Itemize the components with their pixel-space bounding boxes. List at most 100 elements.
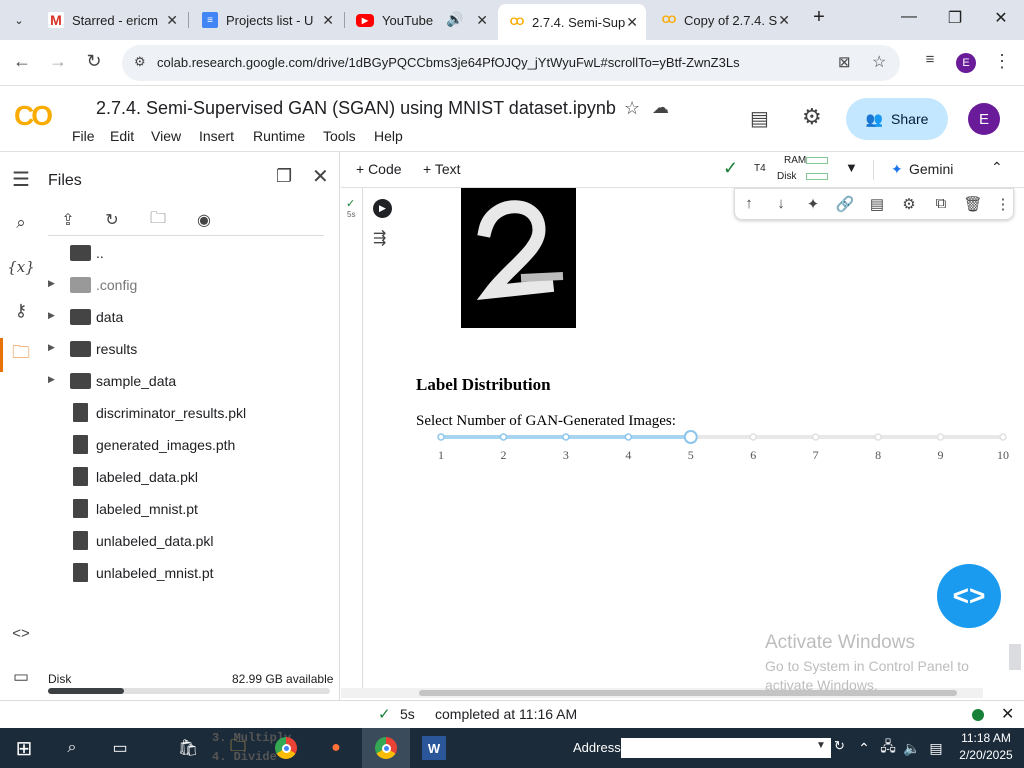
- store-icon[interactable]: 🛍: [176, 736, 200, 760]
- variables-icon[interactable]: {x}: [7, 254, 35, 280]
- add-text-button[interactable]: + Text: [423, 161, 461, 177]
- table-of-contents-icon[interactable]: ☰: [8, 166, 34, 192]
- audio-playing-icon[interactable]: 🔊: [446, 11, 463, 28]
- code-view-fab[interactable]: <>: [937, 564, 1001, 628]
- volume-icon[interactable]: 🔈: [900, 736, 924, 760]
- address-dropdown-icon[interactable]: ▼: [816, 740, 826, 751]
- secrets-key-icon[interactable]: ⚷: [8, 298, 34, 324]
- refresh-icon[interactable]: ↻: [100, 208, 124, 232]
- menu-insert[interactable]: Insert: [199, 128, 234, 144]
- address-toolbar-input[interactable]: [621, 738, 831, 758]
- camera-blocked-icon[interactable]: ⊠: [838, 53, 851, 71]
- menu-file[interactable]: File: [72, 128, 95, 144]
- menu-view[interactable]: View: [151, 128, 181, 144]
- word-icon[interactable]: W: [422, 736, 446, 760]
- file-entry-config[interactable]: ▶ .config: [40, 270, 330, 300]
- tab-search-icon[interactable]: ⌄: [8, 10, 30, 32]
- maximize-icon[interactable]: ❐: [940, 8, 970, 28]
- slider-handle[interactable]: [683, 430, 698, 444]
- slider-graphic[interactable]: 1 2 3 4 5 6 7 8 9 10: [433, 428, 1012, 468]
- network-icon[interactable]: 🖧: [876, 736, 900, 760]
- runtime-dropdown-icon[interactable]: ▼: [845, 160, 858, 175]
- clock-time[interactable]: 11:18 AM: [956, 731, 1016, 745]
- close-tab-icon[interactable]: ✕: [322, 12, 334, 29]
- comment-icon[interactable]: ▤: [867, 195, 887, 213]
- close-status-icon[interactable]: ✕: [1001, 704, 1014, 724]
- chrome-icon[interactable]: [274, 736, 298, 760]
- omnibox[interactable]: ⚙ colab.research.google.com/drive/1dBGyP…: [122, 45, 900, 81]
- address-refresh-icon[interactable]: ↻: [834, 738, 845, 754]
- site-info-icon[interactable]: ⚙: [134, 54, 146, 70]
- settings-gear-icon[interactable]: ⚙: [802, 104, 822, 130]
- expand-arrow-icon[interactable]: ▶: [48, 310, 55, 321]
- file-entry[interactable]: unlabeled_mnist.pt: [40, 558, 330, 588]
- tab-colab-active[interactable]: CO 2.7.4. Semi-Sup ✕: [498, 4, 646, 40]
- collapse-header-icon[interactable]: ⌃: [991, 159, 1003, 176]
- upload-file-icon[interactable]: ⇪: [56, 208, 80, 232]
- tab-colab-copy[interactable]: CO Copy of 2.7.4. S ✕: [650, 6, 798, 34]
- mount-drive-icon[interactable]: 🗀: [146, 208, 170, 232]
- account-avatar[interactable]: E: [968, 103, 1000, 135]
- gan-images-slider[interactable]: 1 2 3 4 5 6 7 8 9 10: [433, 428, 1012, 468]
- menu-edit[interactable]: Edit: [110, 128, 134, 144]
- add-code-button[interactable]: + Code: [356, 161, 402, 177]
- expand-arrow-icon[interactable]: ▶: [48, 278, 55, 289]
- tab-projects-list[interactable]: ≡ Projects list - U ✕: [192, 6, 342, 34]
- mirror-cell-icon[interactable]: ⧉: [931, 195, 951, 212]
- show-hidden-icons[interactable]: ⌃: [852, 736, 876, 760]
- chrome-active-icon[interactable]: [374, 736, 398, 760]
- star-notebook-icon[interactable]: ☆: [624, 98, 640, 119]
- comments-icon[interactable]: ▤: [750, 106, 769, 131]
- tab-youtube[interactable]: ▶ YouTube 🔊 ✕: [346, 6, 496, 34]
- file-entry-data[interactable]: ▶ data: [40, 302, 330, 332]
- terminal-icon[interactable]: ▭: [8, 664, 34, 690]
- taskbar-search-icon[interactable]: ⌕: [60, 736, 84, 760]
- file-entry[interactable]: unlabeled_data.pkl: [40, 526, 330, 556]
- expand-arrow-icon[interactable]: ▶: [48, 342, 55, 353]
- files-folder-icon[interactable]: 🗀: [8, 342, 34, 368]
- gemini-button[interactable]: Gemini: [909, 161, 953, 177]
- open-in-tab-icon[interactable]: ❐: [276, 166, 292, 187]
- file-entry-parent[interactable]: ..: [40, 238, 330, 268]
- more-options-icon[interactable]: ⋮: [993, 195, 1013, 213]
- firefox-icon[interactable]: ●: [324, 736, 348, 760]
- file-explorer-icon[interactable]: 🗀: [226, 736, 250, 760]
- reload-icon[interactable]: ↻: [82, 51, 106, 72]
- vertical-scrollbar-thumb[interactable]: [1009, 644, 1021, 670]
- tab-gmail[interactable]: M Starred - ericm ✕: [38, 6, 186, 34]
- show-hidden-eye-icon[interactable]: ◉: [192, 208, 216, 232]
- link-icon[interactable]: 🔗: [835, 195, 855, 213]
- file-entry-results[interactable]: ▶ results: [40, 334, 330, 364]
- delete-icon[interactable]: 🗑: [963, 195, 983, 213]
- expand-arrow-icon[interactable]: ▶: [48, 374, 55, 385]
- browser-menu-icon[interactable]: ⋮: [990, 51, 1014, 72]
- colab-logo[interactable]: CO: [14, 100, 53, 132]
- menu-tools[interactable]: Tools: [323, 128, 356, 144]
- windows-start-icon[interactable]: ⊞: [12, 736, 36, 760]
- share-button[interactable]: 👥 Share: [846, 98, 948, 140]
- move-up-icon[interactable]: ↑: [739, 195, 759, 212]
- horizontal-scrollbar[interactable]: [341, 688, 983, 698]
- minimize-icon[interactable]: —: [894, 8, 924, 26]
- media-controls-icon[interactable]: ≡: [918, 51, 942, 68]
- ime-icon[interactable]: ▤: [924, 736, 948, 760]
- move-down-icon[interactable]: ↓: [771, 195, 791, 212]
- file-entry[interactable]: labeled_mnist.pt: [40, 494, 330, 524]
- bookmark-star-icon[interactable]: ☆: [872, 52, 886, 72]
- profile-avatar[interactable]: E: [956, 53, 976, 73]
- new-tab-icon[interactable]: +: [804, 6, 834, 29]
- task-view-icon[interactable]: ▭: [108, 736, 132, 760]
- search-icon[interactable]: ⌕: [8, 210, 34, 236]
- code-snippets-icon[interactable]: <>: [8, 620, 34, 646]
- file-entry-sample-data[interactable]: ▶ sample_data: [40, 366, 330, 396]
- back-icon[interactable]: ←: [10, 51, 34, 72]
- file-entry[interactable]: discriminator_results.pkl: [40, 398, 330, 428]
- menu-runtime[interactable]: Runtime: [253, 128, 305, 144]
- gemini-cell-icon[interactable]: ✦: [803, 195, 823, 213]
- notebook-title[interactable]: 2.7.4. Semi-Supervised GAN (SGAN) using …: [96, 98, 616, 119]
- file-entry[interactable]: generated_images.pth: [40, 430, 330, 460]
- menu-help[interactable]: Help: [374, 128, 403, 144]
- output-actions-icon[interactable]: ⇶: [373, 228, 386, 248]
- close-tab-icon[interactable]: ✕: [626, 14, 638, 31]
- runtime-type[interactable]: T4: [754, 163, 766, 174]
